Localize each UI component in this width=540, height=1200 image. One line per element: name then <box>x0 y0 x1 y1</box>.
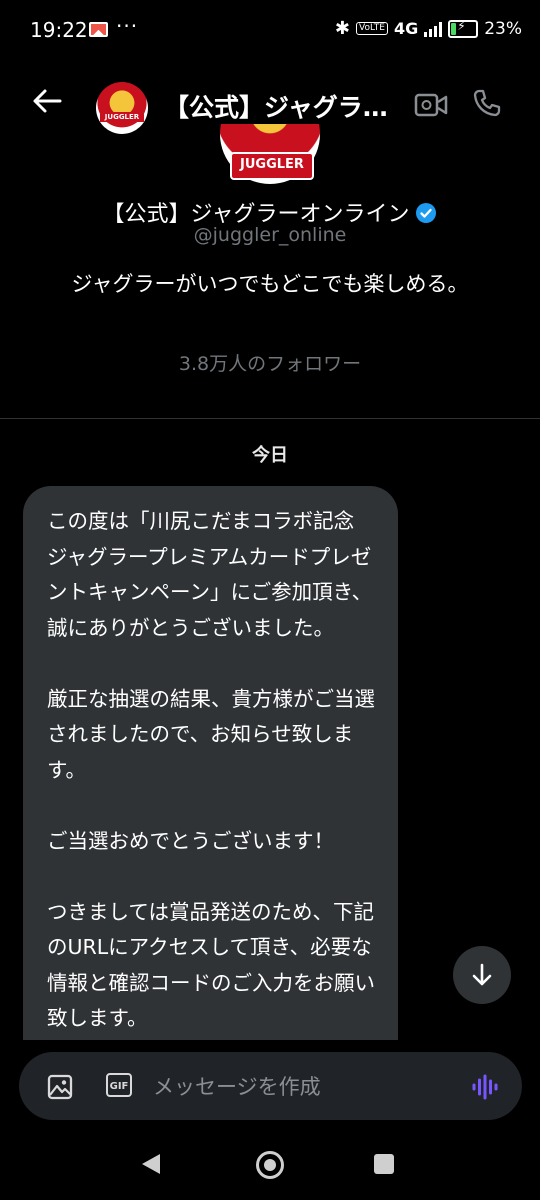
back-arrow-icon[interactable] <box>30 84 64 118</box>
profile-bio: ジャグラーがいつでもどこでも楽しめる。 <box>71 272 469 296</box>
network-type: 4G <box>393 19 419 38</box>
nav-recents-icon[interactable] <box>374 1154 394 1174</box>
followers-count[interactable]: 3.8万人のフォロワー <box>0 349 540 376</box>
video-call-icon[interactable] <box>414 92 448 118</box>
system-navigation-bar <box>0 1140 540 1200</box>
message-composer: GIF <box>19 1052 522 1120</box>
phone-call-icon[interactable] <box>472 88 502 118</box>
gif-icon[interactable]: GIF <box>106 1073 132 1097</box>
header-title[interactable]: 【公式】ジャグラーオンライン <box>164 88 400 124</box>
status-bar: 19:22 ··· ✱ VoLTE 4G ⚡ 23% <box>0 0 540 62</box>
message-bubble[interactable]: この度は「川尻こだまコラボ記念 ジャグラープレミアムカードプレゼントキャンペーン… <box>23 486 398 1086</box>
nav-home-icon[interactable] <box>256 1151 284 1179</box>
profile-avatar-logo: JUGGLER <box>230 152 314 180</box>
image-icon[interactable] <box>47 1074 73 1100</box>
header-avatar[interactable] <box>96 82 148 134</box>
arrow-down-icon <box>472 963 492 986</box>
scroll-to-bottom-button[interactable] <box>453 946 511 1004</box>
divider <box>0 418 540 419</box>
profile-handle[interactable]: @juggler_online <box>0 224 540 246</box>
bluetooth-icon: ✱ <box>334 18 350 39</box>
gmail-icon <box>89 22 108 37</box>
voice-message-icon[interactable] <box>471 1074 499 1100</box>
volte-badge: VoLTE <box>356 22 388 35</box>
date-separator: 今日 <box>252 445 288 466</box>
verified-badge-icon <box>416 203 437 223</box>
battery-percent: 23% <box>484 18 522 39</box>
more-notifications-icon: ··· <box>116 14 139 38</box>
message-input[interactable] <box>151 1071 455 1103</box>
status-icons: ✱ VoLTE 4G ⚡ 23% <box>335 18 522 39</box>
nav-back-icon[interactable] <box>142 1154 160 1174</box>
profile-avatar[interactable]: JUGGLER <box>220 124 320 184</box>
message-text: この度は「川尻こだまコラボ記念 ジャグラープレミアムカードプレゼントキャンペーン… <box>47 509 375 1030</box>
battery-charging-icon: ⚡ <box>448 19 479 38</box>
status-time: 19:22 <box>30 18 88 42</box>
signal-icon <box>424 21 443 37</box>
